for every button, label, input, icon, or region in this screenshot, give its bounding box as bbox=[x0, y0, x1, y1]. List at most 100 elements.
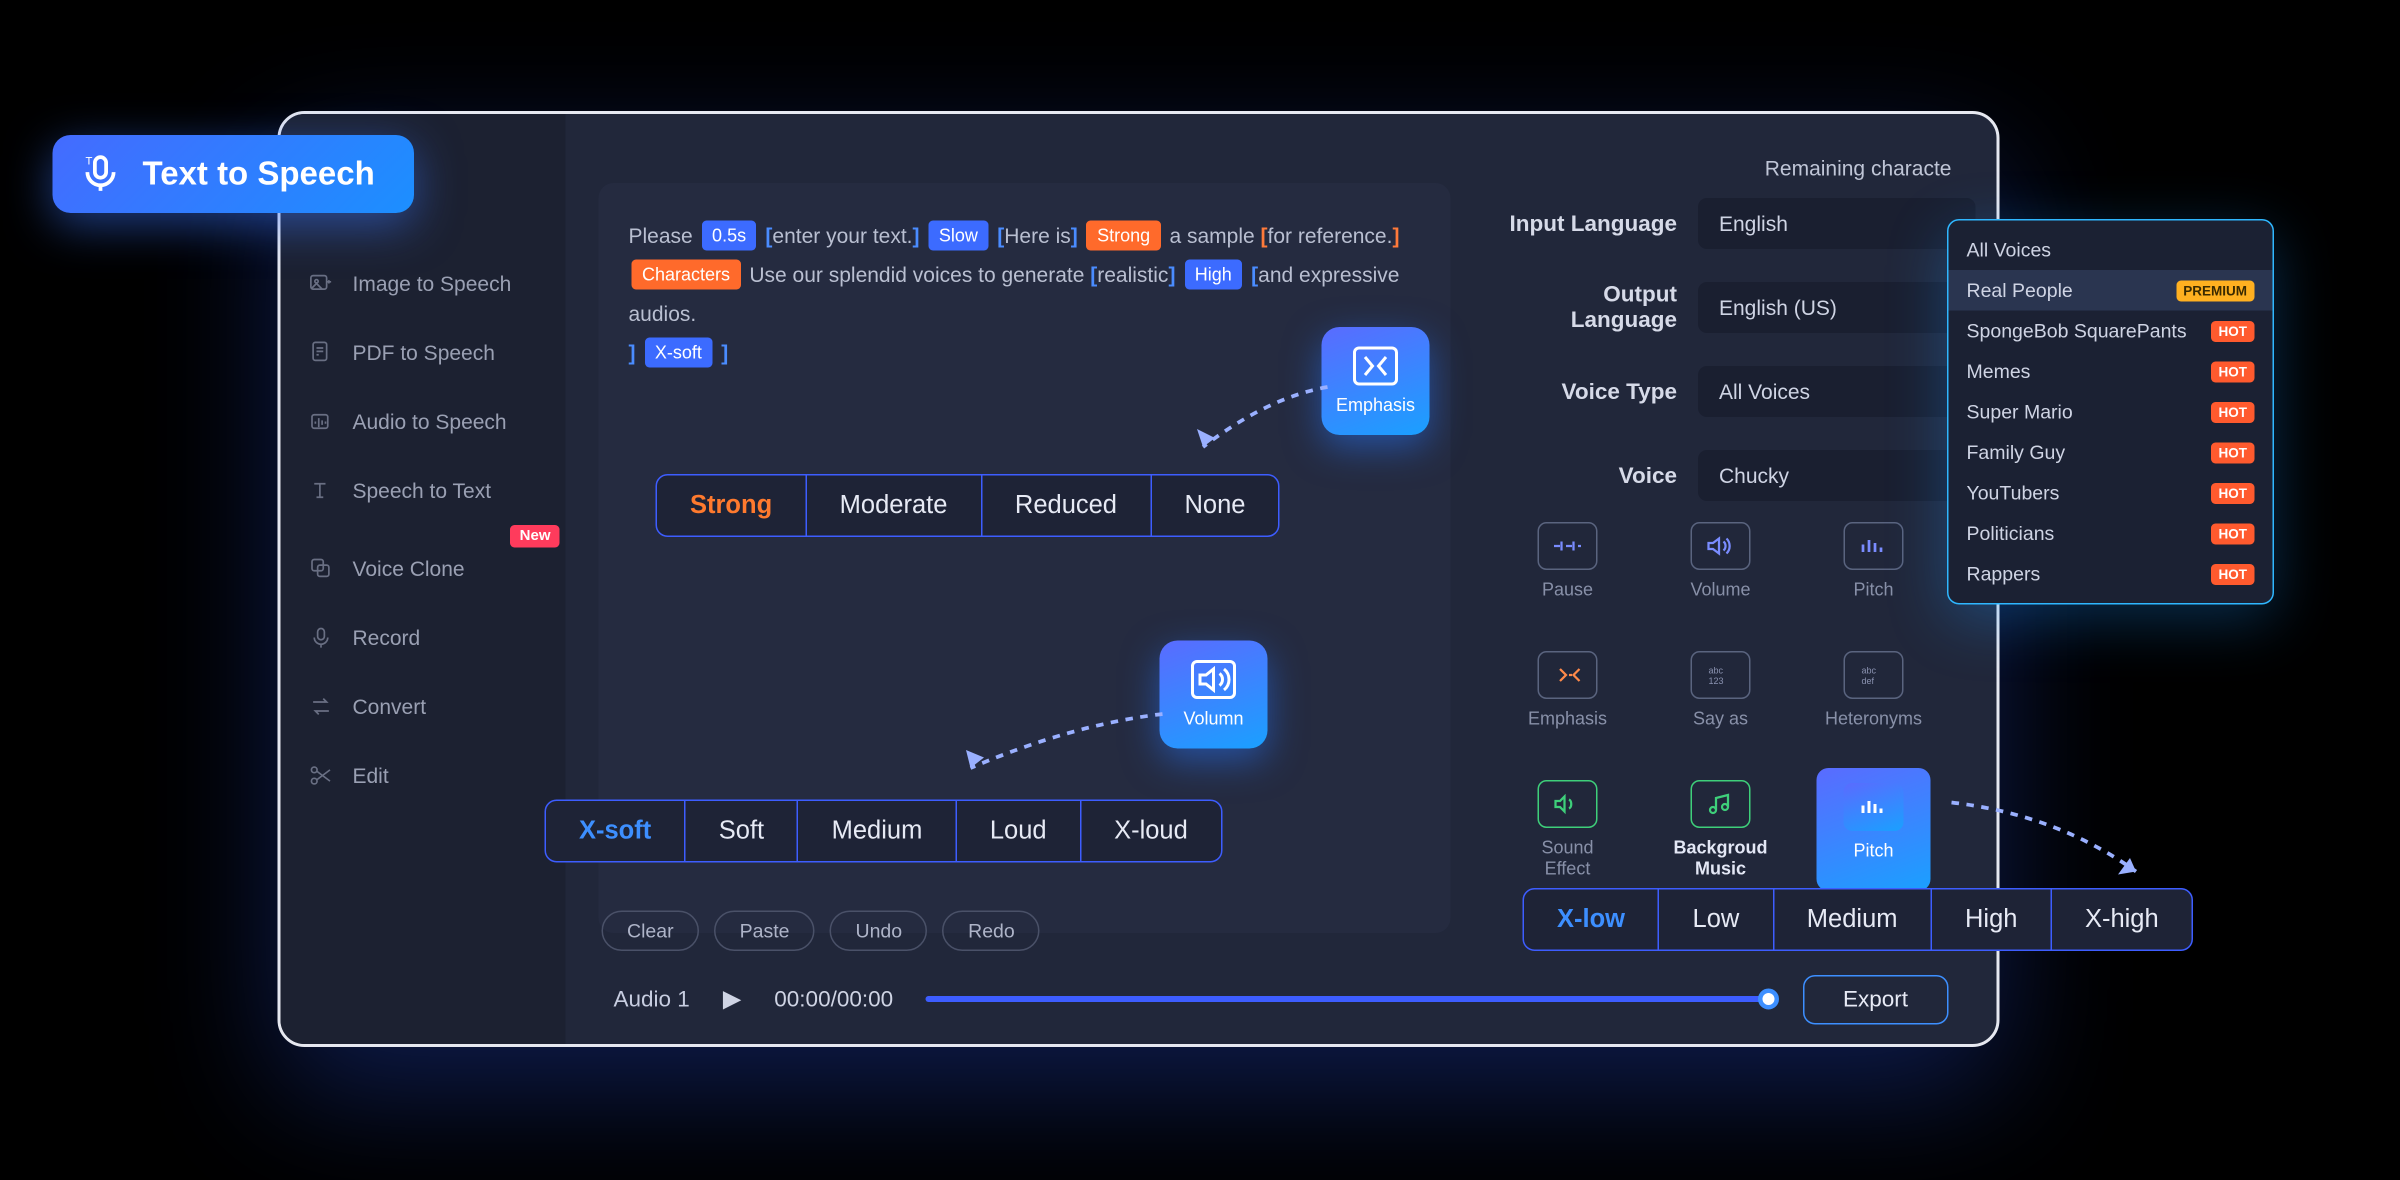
clear-button[interactable]: Clear bbox=[602, 911, 700, 952]
bars-icon bbox=[1844, 783, 1904, 831]
redo-button[interactable]: Redo bbox=[943, 911, 1041, 952]
output-language-select[interactable]: English (US) bbox=[1698, 282, 1976, 333]
tool-label: Heteronyms bbox=[1825, 708, 1922, 729]
emphasis-float-button[interactable]: Emphasis bbox=[1322, 327, 1430, 435]
tool-pause[interactable]: Pause bbox=[1511, 510, 1625, 612]
pitch-option-medium[interactable]: Medium bbox=[1774, 890, 1932, 950]
tool-volume[interactable]: Volume bbox=[1664, 510, 1778, 612]
voice-dropdown-item[interactable]: Family Guy HOT bbox=[1949, 432, 2273, 473]
voice-dropdown-item[interactable]: YouTubersHOT bbox=[1949, 473, 2273, 514]
tool-sound-effect[interactable]: Sound Effect bbox=[1511, 768, 1625, 891]
sidebar-item-pdf-to-speech[interactable]: PDF to Speech bbox=[281, 318, 566, 387]
pdf-icon bbox=[308, 339, 335, 366]
volume-float-button[interactable]: Volumn bbox=[1160, 641, 1268, 749]
hot-badge: HOT bbox=[2211, 563, 2255, 584]
bracket-close: ] bbox=[1168, 263, 1175, 287]
voice-dropdown-label: Super Mario bbox=[1967, 401, 2073, 424]
voice-dropdown-item[interactable]: SpongeBob SquarePantsHOT bbox=[1949, 311, 2273, 352]
text-icon bbox=[308, 477, 335, 504]
emphasis-option-strong[interactable]: Strong bbox=[657, 476, 807, 536]
sidebar-item-convert[interactable]: Convert bbox=[281, 672, 566, 741]
tts-badge-label: Text to Speech bbox=[143, 155, 375, 194]
voice-dropdown-item[interactable]: All Voices bbox=[1949, 230, 2273, 271]
sidebar-item-record[interactable]: Record bbox=[281, 603, 566, 672]
music-icon bbox=[1691, 780, 1751, 828]
pitch-option-low[interactable]: Low bbox=[1660, 890, 1774, 950]
volume-option-loud[interactable]: Loud bbox=[957, 801, 1081, 861]
voice-type-dropdown: All Voices Real PeoplePREMIUMSpongeBob Sq… bbox=[1947, 219, 2274, 605]
sidebar-item-speech-to-text[interactable]: Speech to Text bbox=[281, 456, 566, 525]
tool-say-as[interactable]: abc123 Say as bbox=[1664, 639, 1778, 741]
paste-button[interactable]: Paste bbox=[714, 911, 815, 952]
sidebar-item-label: Convert bbox=[353, 695, 427, 719]
sidebar-item-voice-clone[interactable]: Voice Clone New bbox=[281, 534, 566, 603]
setting-label: Input Language bbox=[1496, 211, 1699, 237]
tool-pitch-active[interactable]: Pitch bbox=[1817, 768, 1931, 891]
export-button[interactable]: Export bbox=[1802, 974, 1948, 1024]
undo-button[interactable]: Undo bbox=[830, 911, 928, 952]
sidebar-item-image-to-speech[interactable]: Image to Speech bbox=[281, 249, 566, 318]
emphasis-option-none[interactable]: None bbox=[1152, 476, 1279, 536]
emphasis-option-moderate[interactable]: Moderate bbox=[807, 476, 982, 536]
hot-badge: HOT bbox=[2211, 523, 2255, 544]
sayas-icon: abc123 bbox=[1691, 651, 1751, 699]
audio-track[interactable] bbox=[926, 996, 1769, 1002]
voice-dropdown-item[interactable]: Super MarioHOT bbox=[1949, 392, 2273, 433]
volume-option-medium[interactable]: Medium bbox=[799, 801, 957, 861]
voice-dropdown-item[interactable]: Real PeoplePREMIUM bbox=[1949, 270, 2273, 311]
heteronyms-icon: abcdef bbox=[1844, 651, 1904, 699]
emphasis-icon bbox=[1538, 651, 1598, 699]
tag-pause[interactable]: 0.5s bbox=[702, 221, 757, 251]
tool-pitch[interactable]: Pitch bbox=[1817, 510, 1931, 612]
sidebar-item-label: Voice Clone bbox=[353, 557, 465, 581]
voice-dropdown-label: Politicians bbox=[1967, 522, 2055, 545]
float-label: Emphasis bbox=[1336, 395, 1415, 416]
tag-xsoft[interactable]: X-soft bbox=[644, 338, 712, 368]
voice-dropdown-label: All Voices bbox=[1967, 239, 2052, 262]
sidebar-item-audio-to-speech[interactable]: Audio to Speech bbox=[281, 387, 566, 456]
tool-heteronyms[interactable]: abcdef Heteronyms bbox=[1817, 639, 1931, 741]
setting-label: Voice bbox=[1496, 463, 1699, 489]
remaining-characters-label: Remaining characte bbox=[1765, 156, 1952, 180]
tag-characters[interactable]: Characters bbox=[632, 260, 741, 290]
hot-badge: HOT bbox=[2211, 361, 2255, 382]
voice-dropdown-item[interactable]: Politicians HOT bbox=[1949, 513, 2273, 554]
pitch-option-xlow[interactable]: X-low bbox=[1524, 890, 1660, 950]
pitch-option-xhigh[interactable]: X-high bbox=[2052, 890, 2192, 950]
voice-dropdown-label: Family Guy bbox=[1967, 441, 2066, 464]
input-language-select[interactable]: English bbox=[1698, 198, 1976, 249]
setting-row-output-language: Output Language English (US) bbox=[1496, 282, 1976, 333]
svg-text:123: 123 bbox=[1709, 676, 1724, 686]
sidebar-item-edit[interactable]: Edit bbox=[281, 741, 566, 810]
sidebar-item-label: Image to Speech bbox=[353, 272, 512, 296]
editor-text: realistic bbox=[1097, 263, 1168, 287]
audio-knob[interactable] bbox=[1757, 989, 1778, 1010]
volume-option-xsoft[interactable]: X-soft bbox=[546, 801, 686, 861]
voice-select[interactable]: Chucky bbox=[1698, 450, 1976, 501]
voice-type-select[interactable]: All Voices bbox=[1698, 366, 1976, 417]
tool-background-music[interactable]: Backgroud Music bbox=[1664, 768, 1778, 891]
tool-label: Say as bbox=[1693, 708, 1748, 729]
svg-text:abc: abc bbox=[1862, 666, 1877, 676]
clone-icon bbox=[308, 555, 335, 582]
voice-dropdown-item[interactable]: MemesHOT bbox=[1949, 351, 2273, 392]
play-button[interactable]: ▶ bbox=[723, 984, 741, 1014]
emphasis-option-reduced[interactable]: Reduced bbox=[982, 476, 1152, 536]
volume-option-soft[interactable]: Soft bbox=[686, 801, 799, 861]
voice-dropdown-item[interactable]: RappersHOT bbox=[1949, 554, 2273, 595]
sidebar-item-label: Audio to Speech bbox=[353, 410, 507, 434]
tag-strong[interactable]: Strong bbox=[1087, 221, 1161, 251]
tag-slow[interactable]: Slow bbox=[928, 221, 988, 251]
volume-option-xloud[interactable]: X-loud bbox=[1081, 801, 1221, 861]
tool-emphasis[interactable]: Emphasis bbox=[1511, 639, 1625, 741]
volume-icon bbox=[1191, 660, 1236, 699]
hot-badge: HOT bbox=[2211, 442, 2255, 463]
tool-label: Pitch bbox=[1853, 579, 1893, 600]
voice-dropdown-label: Real People bbox=[1967, 279, 2073, 302]
effects-grid: Pause Volume Pitch Emphasis abc123Say as… bbox=[1511, 510, 1931, 891]
svg-text:abc: abc bbox=[1709, 666, 1724, 676]
tool-label: Pause bbox=[1542, 579, 1593, 600]
tag-high[interactable]: High bbox=[1184, 260, 1242, 290]
sidebar-item-label: Record bbox=[353, 626, 421, 650]
pitch-option-high[interactable]: High bbox=[1932, 890, 2052, 950]
